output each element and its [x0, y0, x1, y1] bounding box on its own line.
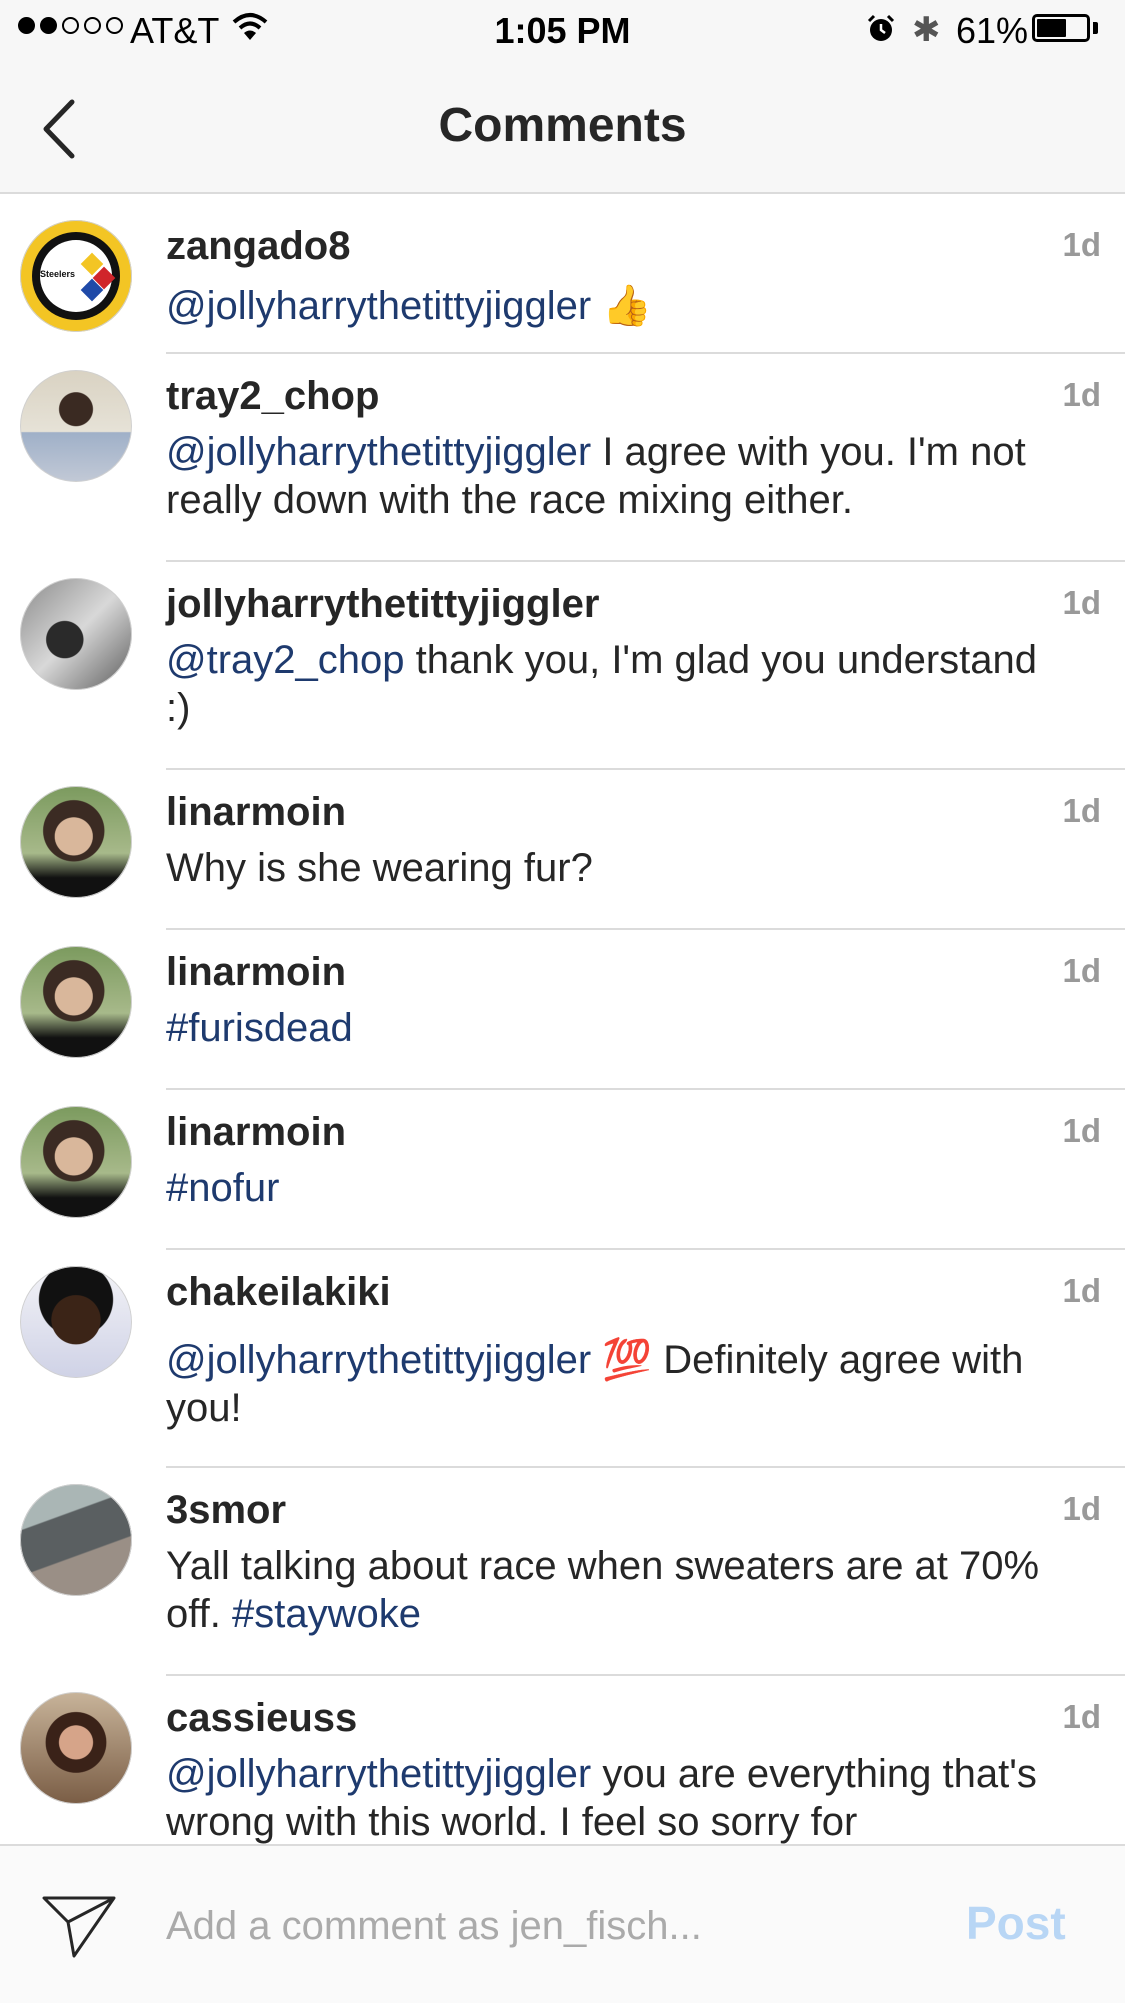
comment-timestamp: 1d [1062, 952, 1101, 989]
battery-icon [1032, 14, 1090, 42]
divider [166, 1674, 1125, 1676]
comment-username[interactable]: tray2_chop [166, 374, 379, 419]
divider [166, 352, 1125, 354]
battery-level-fill [1037, 19, 1066, 37]
comment-text: @tray2_chop thank you, I'm glad you unde… [166, 636, 1066, 732]
comment-username[interactable]: linarmoin [166, 950, 346, 995]
comment-input[interactable] [164, 1890, 948, 1962]
avatar[interactable] [20, 1692, 132, 1804]
hashtag-link[interactable]: #staywoke [232, 1592, 421, 1636]
hashtag-link[interactable]: #furisdead [166, 1006, 353, 1050]
avatar[interactable] [20, 1484, 132, 1596]
mention-link[interactable]: @tray2_chop [166, 638, 405, 682]
comment-username[interactable]: linarmoin [166, 1110, 346, 1155]
comment-username[interactable]: chakeilakiki [166, 1270, 391, 1315]
divider [166, 1248, 1125, 1250]
avatar-logo-text: Steelers [40, 269, 76, 279]
comment-username[interactable]: 3smor [166, 1488, 286, 1533]
comment-username[interactable]: cassieuss [166, 1696, 357, 1741]
comment-input-bar: Post [0, 1844, 1125, 2003]
avatar[interactable] [20, 578, 132, 690]
comment-text: Yall talking about race when sweaters ar… [166, 1542, 1066, 1638]
comment-username[interactable]: linarmoin [166, 790, 346, 835]
mention-link[interactable]: @jollyharrythetittyjiggler [166, 1338, 591, 1382]
comment-timestamp: 1d [1062, 1112, 1101, 1149]
comment-text: Why is she wearing fur? [166, 844, 1066, 892]
comment-text: #furisdead [166, 1004, 1066, 1052]
post-button[interactable]: Post [966, 1896, 1066, 1950]
status-bar: AT&T 1:05 PM ✱ 61% [0, 0, 1125, 62]
comment-text: @jollyharrythetittyjiggler 👍 [166, 282, 1066, 330]
comment-body: 👍 [591, 284, 653, 328]
comment-text: @jollyharrythetittyjiggler I agree with … [166, 428, 1066, 524]
avatar[interactable] [20, 1106, 132, 1218]
mention-link[interactable]: @jollyharrythetittyjiggler [166, 430, 591, 474]
divider [166, 928, 1125, 930]
mention-link[interactable]: @jollyharrythetittyjiggler [166, 1752, 591, 1796]
comment-text: @jollyharrythetittyjiggler you are every… [166, 1750, 1066, 1844]
comment-timestamp: 1d [1062, 792, 1101, 829]
navigation-bar: Comments [0, 62, 1125, 194]
paper-plane-icon[interactable] [40, 1890, 120, 1962]
avatar[interactable] [20, 370, 132, 482]
divider [166, 560, 1125, 562]
avatar[interactable] [20, 946, 132, 1058]
comment-timestamp: 1d [1062, 1490, 1101, 1527]
bluetooth-icon: ✱ [912, 11, 941, 49]
avatar[interactable] [20, 786, 132, 898]
battery-percentage: 61% [956, 10, 1029, 51]
comment-text: @jollyharrythetittyjiggler 💯 Definitely … [166, 1336, 1066, 1432]
divider [166, 1466, 1125, 1468]
comment-timestamp: 1d [1062, 584, 1101, 621]
avatar[interactable]: Steelers [20, 220, 132, 332]
comment-username[interactable]: jollyharrythetittyjiggler [166, 582, 599, 627]
avatar[interactable] [20, 1266, 132, 1378]
divider [166, 1088, 1125, 1090]
comment-timestamp: 1d [1062, 376, 1101, 413]
comment-body: Why is she wearing fur? [166, 846, 593, 890]
comment-timestamp: 1d [1062, 1272, 1101, 1309]
comment-timestamp: 1d [1062, 1698, 1101, 1735]
comment-text: #nofur [166, 1164, 1066, 1212]
divider [166, 768, 1125, 770]
comment-timestamp: 1d [1062, 226, 1101, 263]
page-title: Comments [438, 99, 687, 152]
comment-list[interactable]: Steelers zangado8 1d @jollyharrythetitty… [0, 194, 1125, 1844]
alarm-icon [867, 14, 895, 41]
battery-tip [1093, 22, 1098, 34]
mention-link[interactable]: @jollyharrythetittyjiggler [166, 284, 591, 328]
comment-username[interactable]: zangado8 [166, 224, 350, 269]
hashtag-link[interactable]: #nofur [166, 1166, 279, 1210]
